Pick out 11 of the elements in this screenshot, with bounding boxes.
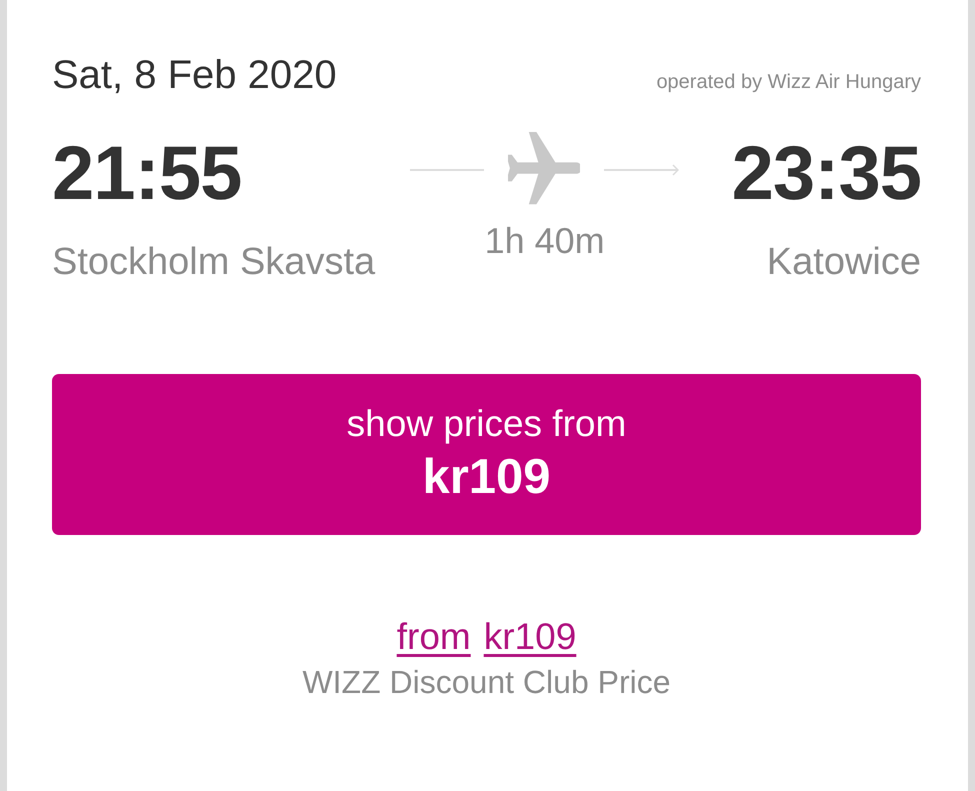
departure-time: 21:55 (52, 136, 242, 212)
flight-duration: 1h 40m (484, 219, 605, 262)
arrival-time: 23:35 (732, 136, 921, 212)
club-price-caption: WIZZ Discount Club Price (302, 662, 671, 702)
club-price-link[interactable]: from (396, 614, 471, 659)
flight-date: Sat, 8 Feb 2020 (52, 52, 337, 99)
show-prices-button[interactable]: show prices from kr109 (52, 374, 921, 535)
operator-text: operated by Wizz Air Hungary (656, 71, 921, 94)
departure-airport: Stockholm Skavsta (52, 240, 376, 285)
arrival-airport: Katowice (766, 240, 921, 285)
club-price-link[interactable]: kr109 (484, 614, 576, 659)
